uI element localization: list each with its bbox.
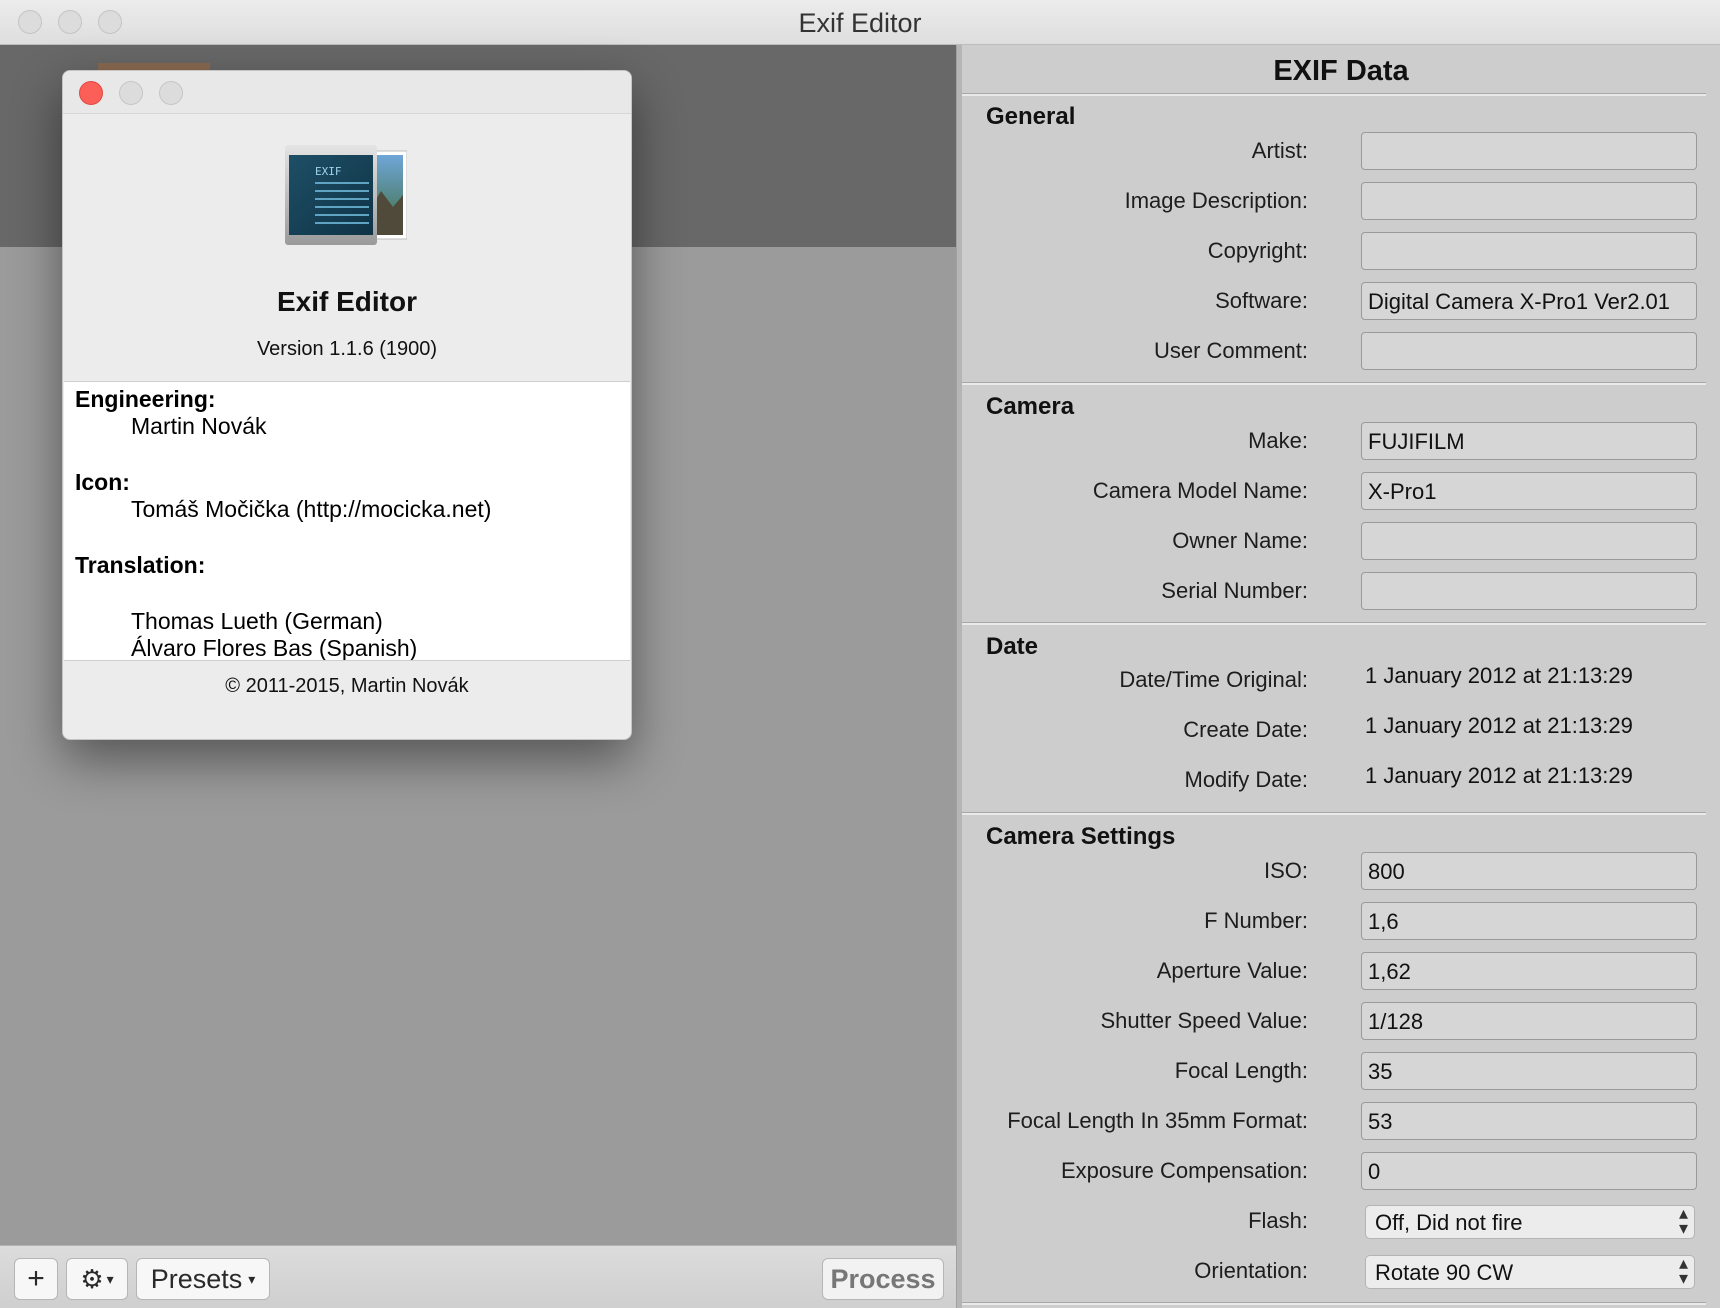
modify-date-label: Modify Date: — [1184, 767, 1309, 792]
exif-title: EXIF Data — [1273, 55, 1409, 87]
section-general-heading: General — [986, 103, 1076, 130]
section-divider — [962, 622, 1706, 625]
credits-view[interactable]: Engineering: Martin Novák Icon: Tomáš Mo… — [64, 381, 630, 661]
aperture-value-label: Aperture Value: — [1156, 958, 1308, 983]
flash-value: Off, Did not fire — [1375, 1210, 1523, 1235]
orientation-select[interactable]: Rotate 90 CW ▴ ▾ — [1365, 1253, 1695, 1289]
add-button[interactable]: + — [14, 1258, 58, 1300]
user-comment-label: User Comment: — [1153, 338, 1308, 363]
process-label: Process — [830, 1263, 936, 1294]
title-bar: Exif Editor — [0, 0, 1720, 45]
section-divider — [962, 1302, 1706, 1305]
flash-select[interactable]: Off, Did not fire ▴ ▾ — [1365, 1203, 1695, 1239]
app-version: Version 1.1.6 (1900) — [256, 338, 438, 360]
camera-model-field[interactable]: X-Pro1 — [1361, 472, 1697, 510]
engineering-name: Martin Novák — [131, 413, 267, 439]
window-title: Exif Editor — [798, 8, 922, 38]
image-description-label: Image Description: — [1124, 188, 1308, 213]
chevron-down-icon: ▾ — [248, 1270, 256, 1287]
shutter-speed-field[interactable]: 1/128 — [1361, 1002, 1697, 1040]
aperture-value-field[interactable]: 1,62 — [1361, 952, 1697, 990]
about-minimize-button — [119, 81, 143, 105]
icon-text: EXIF — [315, 165, 342, 178]
focal-length-35mm-field[interactable]: 53 — [1361, 1102, 1697, 1140]
orientation-label: Orientation: — [1194, 1258, 1308, 1283]
f-number-label: F Number: — [1204, 908, 1308, 933]
section-divider — [962, 382, 1706, 385]
copyright-text: © 2011-2015, Martin Novák — [225, 675, 469, 697]
bottom-toolbar: + ⚙ ▾ Presets ▾ Process — [0, 1245, 956, 1308]
stepper-arrows-icon: ▴ ▾ — [1678, 1203, 1688, 1238]
software-label: Software: — [1215, 288, 1308, 313]
iso-field[interactable]: 800 — [1361, 852, 1697, 890]
image-description-field[interactable] — [1361, 182, 1697, 220]
f-number-field[interactable]: 1,6 — [1361, 902, 1697, 940]
translator-item: Thomas Lueth (German) — [131, 608, 383, 634]
date-time-original-label: Date/Time Original: — [1119, 667, 1308, 692]
icon-designer: Tomáš Močička (http://mocicka.net) — [131, 496, 492, 522]
serial-number-field[interactable] — [1361, 572, 1697, 610]
app-icon: EXIF — [285, 145, 407, 245]
about-title-bar — [63, 71, 631, 114]
create-date-label: Create Date: — [1183, 717, 1308, 742]
artist-field[interactable] — [1361, 132, 1697, 170]
iso-label: ISO: — [1263, 858, 1308, 883]
copyright-label: Copyright: — [1207, 238, 1308, 263]
shutter-speed-label: Shutter Speed Value: — [1100, 1008, 1308, 1033]
create-date-value[interactable]: 1 January 2012 at 21:13:29 — [1365, 713, 1633, 739]
flash-label: Flash: — [1248, 1208, 1308, 1233]
presets-button[interactable]: Presets ▾ — [136, 1258, 270, 1300]
exposure-compensation-field[interactable]: 0 — [1361, 1152, 1697, 1190]
section-camera-settings-heading: Camera Settings — [986, 823, 1176, 850]
translation-heading: Translation: — [75, 552, 206, 578]
translator-item: Álvaro Flores Bas (Spanish) — [131, 635, 418, 661]
about-dialog: EXIF Exif Editor Version 1.1.6 (1900) En… — [62, 70, 632, 740]
camera-model-label: Camera Model Name: — [1092, 478, 1308, 503]
engineering-heading: Engineering: — [75, 386, 216, 412]
presets-label: Presets — [150, 1263, 243, 1294]
focal-length-35mm-label: Focal Length In 35mm Format: — [1007, 1108, 1308, 1133]
exif-panel: EXIF Data General Artist: Image Descript… — [962, 45, 1720, 1308]
icon-heading: Icon: — [75, 469, 130, 495]
gear-icon: ⚙ — [80, 1263, 104, 1294]
app-window: Exif Editor + ⚙ ▾ Presets ▾ Process EXIF — [0, 0, 1720, 1308]
about-zoom-button — [159, 81, 183, 105]
section-divider — [962, 93, 1706, 96]
serial-number-label: Serial Number: — [1161, 578, 1308, 603]
owner-name-field[interactable] — [1361, 522, 1697, 560]
chevron-down-icon: ▾ — [106, 1270, 114, 1287]
artist-label: Artist: — [1251, 138, 1308, 163]
orientation-value: Rotate 90 CW — [1375, 1260, 1514, 1285]
about-close-button[interactable] — [79, 81, 103, 105]
section-divider — [962, 812, 1706, 815]
date-time-original-value[interactable]: 1 January 2012 at 21:13:29 — [1365, 663, 1633, 689]
plus-icon: + — [27, 1262, 45, 1295]
owner-name-label: Owner Name: — [1172, 528, 1308, 553]
focal-length-field[interactable]: 35 — [1361, 1052, 1697, 1090]
process-button[interactable]: Process — [822, 1258, 944, 1300]
make-field[interactable]: FUJIFILM — [1361, 422, 1697, 460]
software-field[interactable]: Digital Camera X-Pro1 Ver2.01 — [1361, 282, 1697, 320]
focal-length-label: Focal Length: — [1174, 1058, 1308, 1083]
section-date-heading: Date — [986, 633, 1039, 660]
section-camera-heading: Camera — [986, 393, 1075, 420]
app-name: Exif Editor — [276, 286, 417, 317]
stepper-arrows-icon: ▴ ▾ — [1678, 1253, 1688, 1288]
user-comment-field[interactable] — [1361, 332, 1697, 370]
exposure-compensation-label: Exposure Compensation: — [1060, 1158, 1308, 1183]
copyright-field[interactable] — [1361, 232, 1697, 270]
action-menu-button[interactable]: ⚙ ▾ — [66, 1258, 128, 1300]
make-label: Make: — [1248, 428, 1308, 453]
modify-date-value[interactable]: 1 January 2012 at 21:13:29 — [1365, 763, 1633, 789]
